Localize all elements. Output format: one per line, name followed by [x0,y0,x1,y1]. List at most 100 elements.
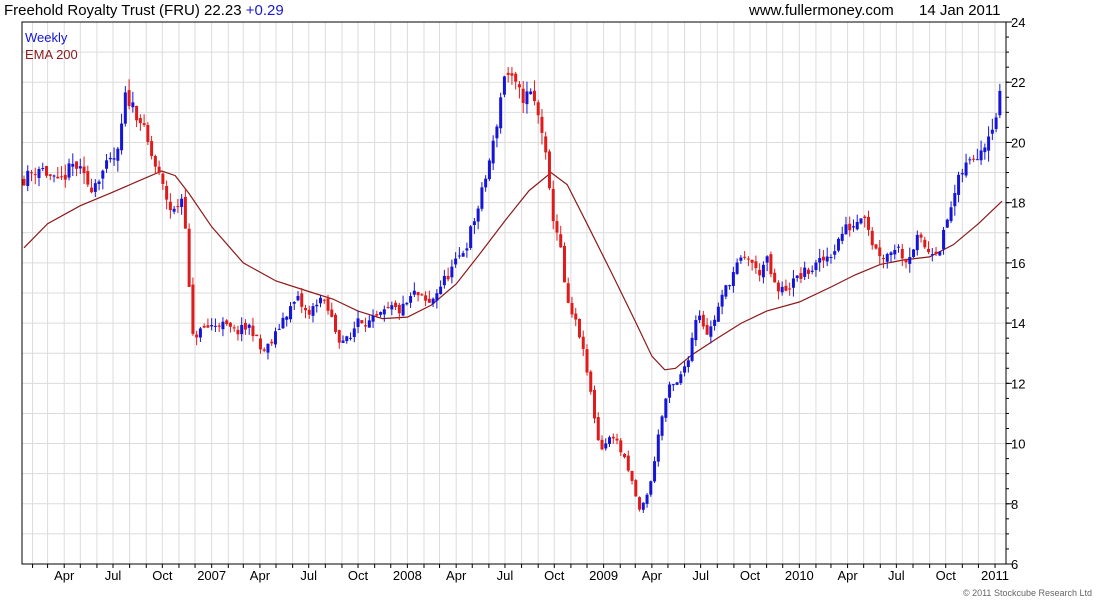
candle-body [735,262,739,274]
candle-body [566,283,570,303]
x-tick-label: 2010 [785,568,814,583]
candle-body [728,285,732,287]
candle-body [829,257,833,259]
candle-body [424,295,428,301]
candle-body [495,126,499,139]
candle-body [897,246,901,248]
candle-body [773,272,777,283]
x-tick-label: Jul [105,568,122,583]
candle-body [795,275,799,278]
candle-body [683,366,687,373]
candle-body [183,196,187,229]
candle-body [987,136,991,151]
candle-body [97,181,101,185]
candle-body [690,337,694,361]
candle-body [611,436,615,439]
candle-body [472,221,476,226]
legend-weekly: Weekly [25,30,68,45]
weekly-candle [146,122,150,146]
x-tick-label: Apr [642,568,663,583]
candle-body [439,286,443,295]
candle-body [416,292,420,296]
candle-body [63,174,67,180]
candle-body [247,324,251,328]
candle-body [675,382,679,385]
candle-body [127,90,131,107]
candle-body [165,185,169,200]
x-tick-label: Oct [348,568,369,583]
candle-body [52,175,56,177]
candle-body [679,374,683,384]
candle-body [45,165,49,176]
candle-body [217,325,221,327]
candle-body [120,123,124,151]
candle-body [172,208,176,212]
candle-body [765,256,769,263]
candle-body [251,325,255,337]
candle-body [619,440,623,453]
candle-body [874,244,878,249]
candle-body [476,208,480,222]
weekly-candle [938,251,942,257]
candle-body [153,155,157,167]
x-tick-label: Oct [936,568,957,583]
candle-body [195,334,199,338]
candle-body [908,256,912,264]
candle-body [288,306,292,320]
candle-body [266,343,270,353]
candle-body [859,218,863,224]
candle-body [630,470,634,481]
candle-body [529,91,533,95]
weekly-candle [334,312,338,335]
weekly-candle [836,237,840,253]
candle-body [292,302,296,304]
candle-body [382,309,386,315]
weekly-candle [469,225,473,250]
candle-body [142,123,146,125]
candle-body [848,223,852,231]
candle-body [866,216,870,230]
x-tick-label: Apr [446,568,467,583]
candle-body [176,206,180,208]
candle-body [555,221,559,233]
candle-body [641,502,645,510]
candle-body [123,92,127,124]
candle-body [818,258,822,263]
candle-body [82,166,86,174]
candle-body [758,269,762,276]
candle-body [180,198,184,208]
candle-body [649,481,653,495]
candle-body [739,257,743,261]
candle-body [942,229,946,250]
candle-body [386,306,390,308]
weekly-candle [187,223,191,287]
candle-body [547,151,551,189]
weekly-candle [649,480,653,497]
x-tick-label: 2007 [197,568,226,583]
candle-body [746,258,750,260]
candle-body [593,389,596,419]
candle-body [469,226,473,248]
candle-body [532,90,536,102]
candle-body [743,256,747,258]
candle-body [379,312,383,315]
candle-body [821,256,825,261]
candle-body [232,327,236,329]
candle-body [67,163,71,178]
candle-body [431,298,435,304]
candle-body [435,293,439,301]
candle-body [964,162,968,176]
candle-body [825,256,829,262]
candle-body [904,259,908,263]
candle-body [574,313,578,320]
x-tick-label: Jul [888,568,905,583]
candle-body [491,140,495,164]
candle-body [228,322,232,327]
candle-body [168,201,172,211]
candle-body [769,254,773,275]
candle-body [322,299,326,301]
candle-body [150,141,154,157]
candle-body [562,245,566,283]
candle-body [694,320,698,341]
candle-body [664,398,668,418]
